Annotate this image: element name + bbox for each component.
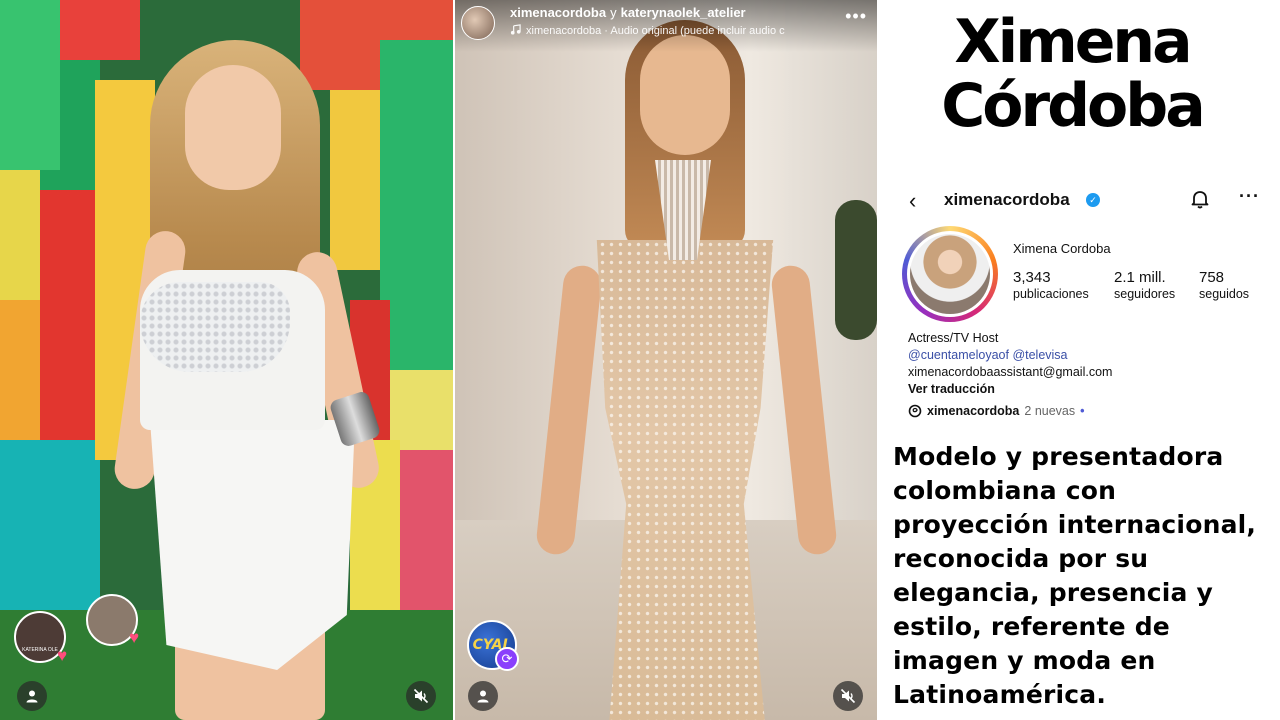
audio-text: ximenacordoba · Audio original (puede in… bbox=[526, 25, 785, 37]
stat-value: 2.1 mill. bbox=[1114, 269, 1166, 286]
threads-icon bbox=[908, 404, 922, 418]
profile-button[interactable] bbox=[468, 681, 498, 711]
username-secondary[interactable]: katerynaolek_atelier bbox=[621, 5, 746, 20]
verified-icon: ✓ bbox=[1086, 193, 1100, 207]
mute-icon bbox=[413, 688, 429, 704]
background-glass bbox=[380, 40, 453, 370]
mute-button[interactable] bbox=[406, 681, 436, 711]
more-icon[interactable]: ··· bbox=[1239, 186, 1260, 207]
bell-icon[interactable] bbox=[1189, 188, 1211, 210]
bio-role: Actress/TV Host bbox=[908, 331, 999, 345]
profile-bio: Actress/TV Host @cuentameloyaof @televis… bbox=[908, 330, 1112, 398]
stat-following[interactable]: 758 seguidos bbox=[1199, 269, 1249, 301]
back-arrow-icon[interactable]: ‹ bbox=[909, 188, 916, 214]
instagram-profile-card: ‹ ximenacordoba ✓ ··· Ximena Cordoba 3,3… bbox=[899, 182, 1269, 427]
stat-label: publicaciones bbox=[1013, 287, 1089, 301]
stat-value: 3,343 bbox=[1013, 269, 1051, 286]
music-note-icon bbox=[510, 24, 521, 35]
profile-description: Modelo y presentadora colombiana con pro… bbox=[893, 442, 1257, 709]
background-glass bbox=[0, 0, 60, 170]
stat-followers[interactable]: 2.1 mill. seguidores bbox=[1114, 269, 1175, 301]
stat-label: seguidos bbox=[1199, 287, 1250, 301]
threads-link[interactable]: ximenacordoba 2 nuevas • bbox=[908, 404, 1085, 418]
profile-username: ximenacordoba bbox=[944, 190, 1070, 209]
collab-users[interactable]: ximenacordoba y katerynaolek_atelier bbox=[510, 5, 746, 20]
username-connector: y bbox=[610, 5, 617, 20]
person-face bbox=[185, 65, 281, 190]
audio-info[interactable]: ximenacordoba · Audio original (puede in… bbox=[510, 24, 830, 37]
collab-avatar[interactable] bbox=[461, 6, 495, 40]
background-glass bbox=[60, 0, 140, 60]
stat-label: seguidores bbox=[1114, 287, 1176, 301]
background-glass bbox=[40, 190, 95, 450]
stat-posts[interactable]: 3,343 publicaciones bbox=[1013, 269, 1089, 301]
bio-email[interactable]: ximenacordobaassistant@gmail.com bbox=[908, 364, 1112, 381]
remix-icon[interactable]: ⟳ bbox=[495, 647, 519, 671]
profile-avatar[interactable] bbox=[907, 231, 993, 317]
translate-link[interactable]: Ver traducción bbox=[908, 381, 1112, 398]
background-glass bbox=[0, 300, 40, 440]
person-icon bbox=[477, 690, 489, 703]
mute-icon bbox=[840, 688, 856, 704]
page-title: Ximena Córdoba bbox=[941, 7, 1205, 141]
background-glass bbox=[0, 440, 100, 610]
threads-handle: ximenacordoba bbox=[927, 404, 1020, 418]
stat-value: 758 bbox=[1199, 269, 1225, 286]
threads-dot: • bbox=[1080, 404, 1085, 418]
middle-video-panel[interactable]: ximenacordoba y katerynaolek_atelier ximen… bbox=[455, 0, 877, 720]
person-icon bbox=[26, 690, 38, 703]
crystal-embellishment bbox=[140, 282, 290, 372]
info-panel: Ximena Córdoba ‹ ximenacordoba ✓ ··· Xim… bbox=[877, 0, 1280, 720]
left-video-panel[interactable]: KATERINA OLE ♥ ♥ bbox=[0, 0, 453, 720]
background-glass bbox=[0, 170, 40, 300]
background-glass bbox=[330, 90, 380, 270]
person-arm bbox=[534, 263, 604, 557]
profile-button[interactable] bbox=[17, 681, 47, 711]
heart-icon: ♥ bbox=[56, 646, 68, 665]
mention-link[interactable]: @cuentameloyaof bbox=[908, 348, 1009, 362]
plant bbox=[835, 200, 877, 340]
white-skirt bbox=[150, 420, 355, 670]
mute-button[interactable] bbox=[833, 681, 863, 711]
username-primary[interactable]: ximenacordoba bbox=[510, 5, 606, 20]
profile-display-name: Ximena Cordoba bbox=[1013, 241, 1111, 256]
heart-icon: ♥ bbox=[128, 628, 140, 647]
bio-mentions: @cuentameloyaof @televisa bbox=[908, 347, 1112, 364]
person-face bbox=[640, 35, 730, 155]
more-icon[interactable]: ••• bbox=[845, 7, 867, 25]
threads-new-count: 2 nuevas bbox=[1024, 404, 1076, 418]
mention-link[interactable]: @televisa bbox=[1012, 348, 1067, 362]
